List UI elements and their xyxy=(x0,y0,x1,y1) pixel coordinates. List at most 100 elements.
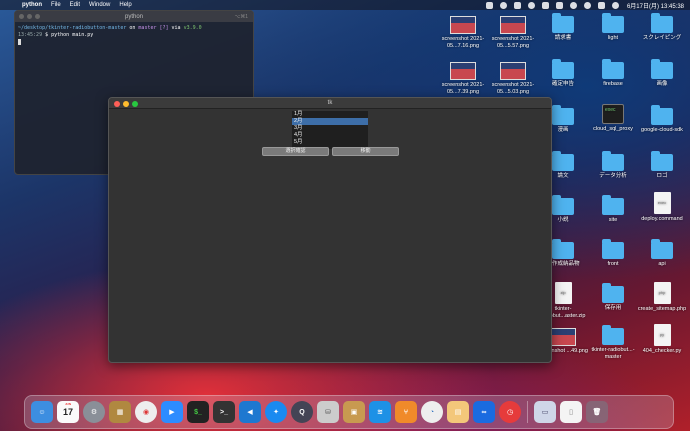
folder-icon xyxy=(602,13,624,33)
battery-icon[interactable] xyxy=(555,1,563,9)
folder-icon xyxy=(552,151,574,171)
terminal-titlebar[interactable]: python ⌥⌘1 xyxy=(15,11,253,22)
desktop-file-screenshot[interactable]: screenshot 2021-05...5.57.png xyxy=(485,16,541,50)
zoom-button[interactable] xyxy=(132,101,138,107)
menu-clock[interactable]: 6月17日(月) 13:45:38 xyxy=(627,1,684,10)
terminal-content[interactable]: ~/desktop/tkinter-radiobutton-master on … xyxy=(15,22,253,51)
desktop-icon-label: 漫画 xyxy=(557,127,569,133)
menu-window[interactable]: Window xyxy=(89,2,110,8)
zip-file-icon: zip xyxy=(554,282,572,304)
desktop-folder[interactable]: light xyxy=(585,13,641,42)
terminal-line-prompt: ~/desktop/tkinter-radiobutton-master on … xyxy=(18,25,250,32)
cloud-status-icon[interactable] xyxy=(527,1,535,9)
desktop-folder[interactable]: tkinter-radiobut...-master xyxy=(585,325,641,361)
screenshot-thumb-icon xyxy=(450,16,476,34)
search-icon[interactable] xyxy=(583,1,591,9)
minimize-button[interactable] xyxy=(27,14,32,19)
tk-titlebar[interactable]: tk xyxy=(109,98,551,109)
desktop-folder[interactable]: front xyxy=(585,239,641,268)
desktop-file-command[interactable]: exec deploy.command xyxy=(634,192,690,223)
desktop-folder[interactable]: google-cloud-sdk xyxy=(634,105,690,134)
desktop-file-screenshot[interactable]: screenshot 2021-05...7.39.png xyxy=(435,62,491,96)
loop-icon[interactable]: ∞ xyxy=(473,401,495,423)
chrome-icon[interactable]: ◉ xyxy=(135,401,157,423)
sequel-icon[interactable]: ⛁ xyxy=(317,401,339,423)
listbox-option-selected[interactable]: 2月 xyxy=(292,118,368,125)
sourcetree-icon[interactable]: ⑂ xyxy=(395,401,417,423)
timer-icon[interactable]: ◔ xyxy=(421,401,443,423)
terminal-icon[interactable]: >_ xyxy=(213,401,235,423)
status-area: 6月17日(月) 13:45:38 xyxy=(479,1,684,10)
finder-icon[interactable]: ☺ xyxy=(31,401,53,423)
close-button[interactable] xyxy=(19,14,24,19)
terminal-line-command: 13:45:29 $ python main.py xyxy=(18,32,250,39)
desktop-file-screenshot[interactable]: screenshot 2021-05...5.03.png xyxy=(485,62,541,96)
folder-icon xyxy=(651,151,673,171)
menu-edit[interactable]: Edit xyxy=(70,2,80,8)
document-icon[interactable]: ▯ xyxy=(560,401,582,423)
menu-help[interactable]: Help xyxy=(119,2,131,8)
package-icon[interactable]: ▣ xyxy=(343,401,365,423)
folder-icon xyxy=(602,239,624,259)
desktop-icon-label: create_sitemap.php xyxy=(637,306,687,312)
iterm-icon[interactable]: $_ xyxy=(187,401,209,423)
desktop-folder[interactable]: 画像 xyxy=(634,59,690,88)
vscode-icon[interactable]: ◀ xyxy=(239,401,261,423)
move-button[interactable]: 移動 xyxy=(332,147,399,156)
desktop-folder[interactable]: データ分析 xyxy=(585,151,641,180)
notes-icon[interactable]: ▤ xyxy=(447,401,469,423)
desktop-folder[interactable]: 保存用 xyxy=(585,283,641,312)
desktop-file-screenshot[interactable]: screenshot 2021-05...7.16.png xyxy=(435,16,491,50)
desktop-folder[interactable]: ロゴ xyxy=(634,151,690,180)
listbox-option[interactable]: 4月 xyxy=(292,132,368,139)
clock-icon[interactable]: ◷ xyxy=(499,401,521,423)
select-confirm-button[interactable]: 選択確認 xyxy=(262,147,329,156)
desktop-folder[interactable]: 確定申告 xyxy=(535,59,591,88)
listbox-option[interactable]: 1月 xyxy=(292,111,368,118)
desktop-icon-label: google-cloud-sdk xyxy=(641,127,683,133)
folder-icon xyxy=(651,105,673,125)
desktop-file-python[interactable]: py 404_checker.py xyxy=(634,324,690,355)
docker-icon[interactable]: ≋ xyxy=(369,401,391,423)
php-file-icon: php xyxy=(653,282,671,304)
desktop-file-exec[interactable]: exec cloud_sql_proxy xyxy=(585,104,641,133)
dock: ☺ JUN 17 ⚙ ▦ ◉ ▶ $_ >_ ◀ ✦ Q ⛁ ▣ ≋ ⑂ ◔ ▤… xyxy=(24,395,674,429)
zoom-icon[interactable]: ▶ xyxy=(161,401,183,423)
apple-menu-icon[interactable] xyxy=(6,1,14,9)
bluetooth-icon[interactable] xyxy=(541,1,549,9)
close-button[interactable] xyxy=(114,101,120,107)
system-preferences-icon[interactable]: ⚙ xyxy=(83,401,105,423)
launchpad-icon[interactable]: ▦ xyxy=(109,401,131,423)
wifi-icon[interactable] xyxy=(569,1,577,9)
desktop-folder[interactable]: 請求書 xyxy=(535,13,591,42)
dropbox-status-icon[interactable] xyxy=(499,1,507,9)
siri-icon[interactable] xyxy=(611,1,619,9)
zoom-status-icon[interactable] xyxy=(485,1,493,9)
desktop-file-php[interactable]: php create_sitemap.php xyxy=(634,282,690,313)
zoom-button[interactable] xyxy=(35,14,40,19)
desktop-folder[interactable]: スクレイピング xyxy=(634,13,690,42)
desktop-folder[interactable]: api xyxy=(634,239,690,268)
control-center-icon[interactable] xyxy=(597,1,605,9)
terminal-cursor xyxy=(18,39,21,45)
paypal-status-icon[interactable] xyxy=(513,1,521,9)
desktop-folder[interactable]: firebase xyxy=(585,59,641,88)
menu-app-name[interactable]: python xyxy=(22,2,42,8)
quicktime-icon[interactable]: Q xyxy=(291,401,313,423)
folder-icon xyxy=(552,195,574,215)
folder-icon xyxy=(602,151,624,171)
month-listbox[interactable]: 1月 2月 3月 4月 5月 xyxy=(292,111,368,149)
listbox-option[interactable]: 5月 xyxy=(292,139,368,146)
menu-file[interactable]: File xyxy=(51,2,61,8)
minimize-button[interactable] xyxy=(123,101,129,107)
screenshot-thumb-icon xyxy=(550,328,576,346)
folder-icon xyxy=(651,239,673,259)
tk-window[interactable]: tk 1月 2月 3月 4月 5月 選択確認 移動 xyxy=(108,97,552,363)
desktop-folder[interactable]: site xyxy=(585,195,641,224)
trash-icon[interactable]: 🗑 xyxy=(586,401,608,423)
screenshot-thumb-icon xyxy=(500,16,526,34)
calendar-icon[interactable]: JUN 17 xyxy=(57,401,79,423)
photos-icon[interactable]: ▭ xyxy=(534,401,556,423)
safari-icon[interactable]: ✦ xyxy=(265,401,287,423)
listbox-option[interactable]: 3月 xyxy=(292,125,368,132)
